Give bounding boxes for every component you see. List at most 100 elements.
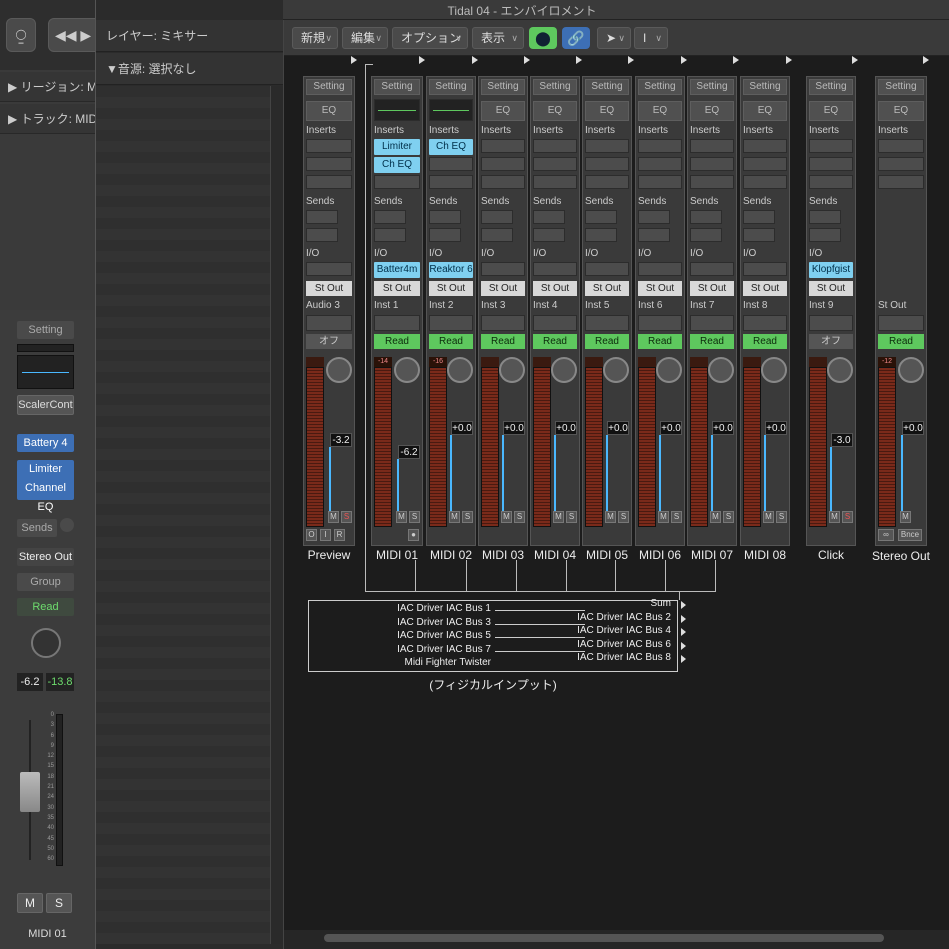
channel-strip[interactable]: Setting EQ Inserts Sends I/O Klopfgist St Out I…	[806, 76, 856, 546]
volume-readout[interactable]: -6.2	[398, 445, 420, 459]
insert-slot[interactable]	[638, 139, 682, 153]
text-tool[interactable]: I ∨	[634, 27, 668, 49]
insert-slot[interactable]	[743, 157, 787, 171]
insert-plugin[interactable]: Ch EQ	[374, 157, 420, 173]
insert-slot[interactable]	[585, 139, 629, 153]
insert-slot[interactable]	[878, 139, 924, 153]
fader-cap[interactable]	[20, 772, 40, 812]
link-icon[interactable]: ∞	[878, 529, 894, 541]
record-enable-button[interactable]: R	[334, 529, 345, 541]
pointer-tool[interactable]: ➤ ∨	[597, 27, 631, 49]
mute-button[interactable]: M	[17, 893, 43, 913]
list-scrollbar[interactable]	[270, 86, 284, 944]
send-slot[interactable]	[743, 228, 775, 242]
solo-button[interactable]: S	[514, 511, 525, 523]
port-arrow-icon[interactable]	[681, 601, 686, 609]
group-slot[interactable]	[481, 315, 525, 331]
insert-slot[interactable]	[481, 139, 525, 153]
volume-fader[interactable]	[20, 720, 40, 860]
solo-button[interactable]: S	[46, 893, 72, 913]
output-slot[interactable]: St Out	[429, 281, 473, 296]
volume-fader[interactable]	[502, 435, 504, 517]
solo-button[interactable]: S	[566, 511, 577, 523]
group-slot[interactable]	[809, 315, 853, 331]
cable-line[interactable]	[365, 591, 716, 592]
channel-strip[interactable]: Setting EQ Inserts Sends I/O St Out Inst 8 Read…	[740, 76, 790, 546]
pan-knob[interactable]	[656, 357, 682, 383]
eq-button[interactable]: EQ	[306, 101, 352, 121]
send-slot[interactable]	[533, 228, 565, 242]
insert-slot[interactable]	[743, 139, 787, 153]
output-arrow-icon[interactable]	[472, 56, 478, 64]
midi-fx-display[interactable]	[429, 99, 473, 121]
volume-fader[interactable]	[659, 435, 661, 517]
volume-readout[interactable]: +0.0	[902, 421, 924, 435]
mute-button[interactable]: M	[328, 511, 339, 523]
automation-mode[interactable]: オフ	[809, 334, 853, 349]
port-arrow-icon[interactable]	[681, 641, 686, 650]
channel-strip[interactable]: Setting Inserts Limiter Ch EQ Sends I/O Batter…	[371, 76, 423, 546]
send-slot[interactable]	[306, 228, 338, 242]
send-slot[interactable]	[374, 228, 406, 242]
solo-button[interactable]: S	[842, 511, 853, 523]
insert-slot[interactable]	[429, 157, 473, 171]
bounce-button[interactable]: Bnce	[898, 529, 922, 541]
port-arrow-icon[interactable]	[681, 655, 686, 663]
send-slot[interactable]	[638, 210, 670, 224]
physical-input-object[interactable]: IAC Driver IAC Bus 1 IAC Driver IAC Bus 3…	[308, 598, 686, 672]
cable-line[interactable]	[365, 64, 373, 65]
insert-slot[interactable]	[481, 175, 525, 189]
input-slot[interactable]	[743, 262, 787, 276]
insert-slot[interactable]	[374, 175, 420, 189]
edit-menu[interactable]: 編集 ∨	[342, 27, 388, 49]
cable-line[interactable]	[715, 560, 716, 592]
channel-strip[interactable]: Setting EQ Inserts Sends I/O St Out Inst 4 Read…	[530, 76, 580, 546]
instrument-slot[interactable]: Klopfgist	[809, 262, 853, 278]
output-slot[interactable]: St Out	[481, 281, 525, 296]
solo-button[interactable]: S	[723, 511, 734, 523]
volume-readout[interactable]: +0.0	[765, 421, 787, 435]
pan-knob[interactable]	[31, 628, 61, 658]
volume-readout[interactable]: -3.2	[330, 433, 352, 447]
automation-mode[interactable]: Read	[429, 334, 473, 349]
insert-slot[interactable]	[533, 157, 577, 171]
automation-mode[interactable]: Read	[690, 334, 734, 349]
channel-strip[interactable]: SettingEQInsertsSt OutSt OutRead-12+0.0M…	[875, 76, 927, 546]
volume-readout[interactable]: +0.0	[712, 421, 734, 435]
instrument-slot[interactable]: Batter4m	[374, 262, 420, 278]
input-slot[interactable]	[585, 262, 629, 276]
volume-readout[interactable]: +0.0	[607, 421, 629, 435]
send-slot[interactable]	[690, 210, 722, 224]
send-slot[interactable]	[638, 228, 670, 242]
mute-button[interactable]: M	[501, 511, 512, 523]
layer-selector[interactable]: レイヤー: ミキサー	[96, 20, 284, 52]
port-arrow-icon[interactable]	[681, 614, 686, 623]
setting-button[interactable]: Setting	[743, 79, 787, 95]
send-slot[interactable]	[533, 210, 565, 224]
instrument-slot[interactable]: Battery 4	[17, 434, 74, 452]
group-slot[interactable]	[306, 315, 352, 331]
insert-slot[interactable]	[690, 139, 734, 153]
insert-plugin[interactable]: Ch EQ	[429, 139, 473, 155]
solo-button[interactable]: S	[341, 511, 352, 523]
send-slot[interactable]	[374, 210, 406, 224]
send-slot[interactable]	[809, 228, 841, 242]
volume-fader[interactable]	[554, 435, 556, 517]
pan-knob[interactable]	[603, 357, 629, 383]
group-slot[interactable]	[374, 315, 420, 331]
solo-button[interactable]: S	[671, 511, 682, 523]
automation-mode[interactable]: Read	[481, 334, 525, 349]
volume-readout[interactable]: +0.0	[555, 421, 577, 435]
options-menu[interactable]: オプション ∨	[392, 27, 468, 49]
output-arrow-icon[interactable]	[681, 56, 687, 64]
insert-slot[interactable]	[809, 157, 853, 171]
channel-strip[interactable]: Setting EQ Inserts Sends I/O St Out Inst 6 Read…	[635, 76, 685, 546]
solo-button[interactable]: S	[776, 511, 787, 523]
volume-fader[interactable]	[830, 447, 832, 517]
output-arrow-icon[interactable]	[419, 56, 425, 64]
output-slot[interactable]: St Out	[690, 281, 734, 296]
rewind-button[interactable]: ◀◀ ▶	[48, 18, 96, 52]
output-slot[interactable]: St Out	[374, 281, 420, 296]
eq-button[interactable]: EQ	[690, 101, 734, 121]
pan-knob[interactable]	[708, 357, 734, 383]
